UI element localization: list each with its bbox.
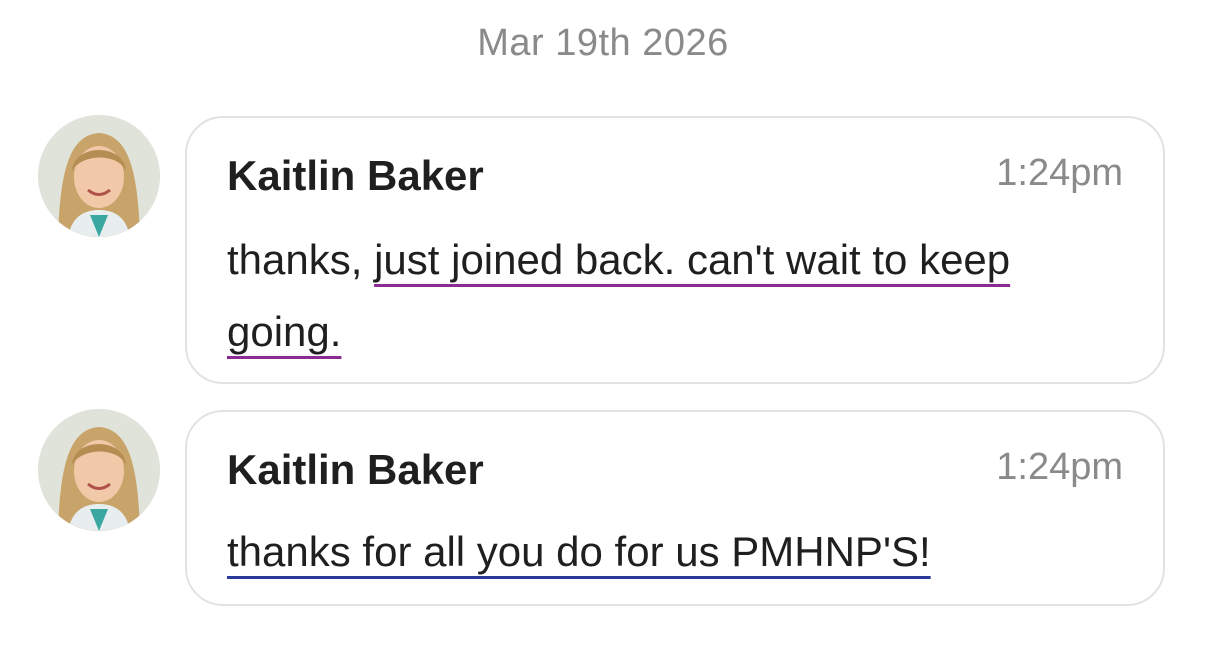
avatar-photo-icon bbox=[38, 115, 160, 237]
message-text-underlined: thanks for all you do for us PMHNP'S! bbox=[227, 528, 931, 575]
message-bubble[interactable]: Kaitlin Baker 1:24pm thanks for all you … bbox=[185, 410, 1165, 606]
message-time: 1:24pm bbox=[996, 152, 1123, 194]
avatar[interactable] bbox=[38, 409, 160, 531]
avatar-photo-icon bbox=[38, 409, 160, 531]
message-bubble[interactable]: Kaitlin Baker 1:24pm thanks, just joined… bbox=[185, 116, 1165, 384]
avatar[interactable] bbox=[38, 115, 160, 237]
sender-name: Kaitlin Baker bbox=[227, 152, 484, 199]
message-text-plain: thanks, bbox=[227, 236, 375, 283]
sender-name: Kaitlin Baker bbox=[227, 446, 484, 493]
message-time: 1:24pm bbox=[996, 446, 1123, 488]
date-separator: Mar 19th 2026 bbox=[477, 22, 729, 64]
message-text: thanks for all you do for us PMHNP'S! bbox=[227, 516, 1119, 588]
message-text: thanks, just joined back. can't wait to … bbox=[227, 224, 1119, 368]
